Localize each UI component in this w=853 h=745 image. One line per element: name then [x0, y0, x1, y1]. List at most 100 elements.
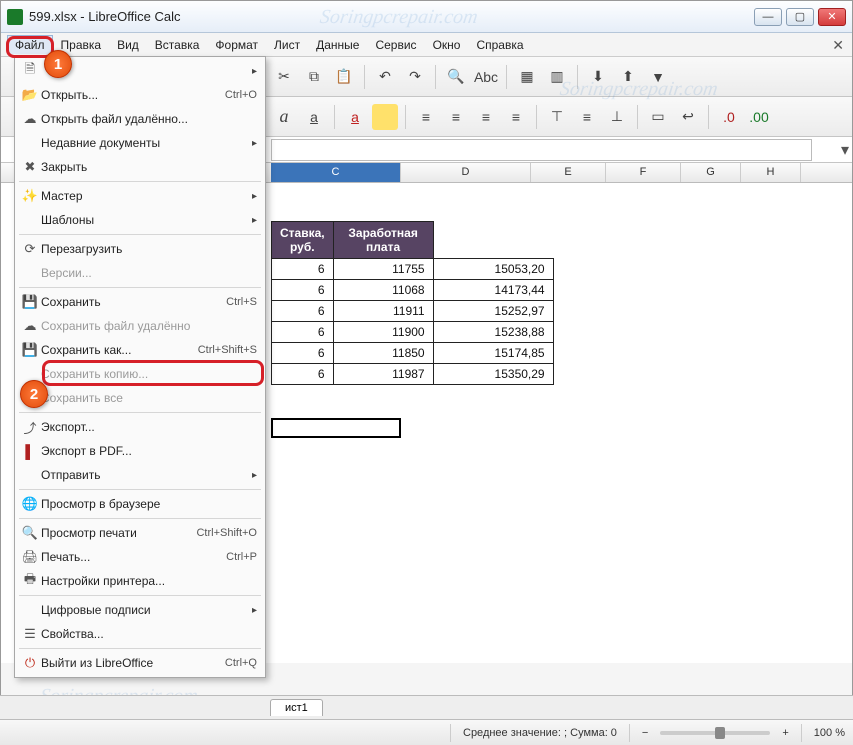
table-row[interactable]: 61185015174,85 [272, 343, 554, 364]
menu-exit[interactable]: ⏻ Выйти из LibreOffice Ctrl+Q [15, 651, 265, 675]
chevron-right-icon: ▸ [252, 66, 257, 77]
highlight-icon[interactable] [372, 104, 398, 130]
menu-file[interactable]: Файл [7, 35, 53, 54]
menu-export-pdf[interactable]: ▌ Экспорт в PDF... [15, 439, 265, 463]
copy-icon[interactable]: ⧉ [301, 64, 327, 90]
menu-save-remote: ☁ Сохранить файл удалённо [15, 314, 265, 338]
separator [708, 105, 709, 129]
col-header-e[interactable]: E [531, 163, 606, 182]
menu-print-preview[interactable]: 🔍 Просмотр печати Ctrl+Shift+O [15, 521, 265, 545]
valign-top-icon[interactable]: ⊤ [544, 104, 570, 130]
zoom-slider[interactable] [660, 731, 770, 735]
search-icon[interactable]: 🔍 [443, 64, 469, 90]
separator [637, 105, 638, 129]
menu-save-as[interactable]: 💾 Сохранить как... Ctrl+Shift+S [15, 338, 265, 362]
wrap-icon[interactable]: ↩ [675, 104, 701, 130]
col-header-d[interactable]: D [401, 163, 531, 182]
col-header-f[interactable]: F [606, 163, 681, 182]
printer-icon: 🖨 [19, 549, 41, 565]
filter-icon[interactable]: ▼ [645, 64, 671, 90]
menu-reload[interactable]: ⟳ Перезагрузить [15, 237, 265, 261]
merge-icon[interactable]: ▭ [645, 104, 671, 130]
file-menu-dropdown: 🗎 ▸ 📂 Открыть... Ctrl+O ☁ Открыть файл у… [14, 56, 266, 678]
decrease-decimal-icon[interactable]: .0 [716, 104, 742, 130]
font-color-icon[interactable]: a [342, 104, 368, 130]
table-row[interactable]: 61198715350,29 [272, 364, 554, 385]
menu-templates[interactable]: Шаблоны ▸ [15, 208, 265, 232]
formula-input[interactable] [271, 139, 812, 161]
menu-signatures[interactable]: Цифровые подписи ▸ [15, 598, 265, 622]
separator [334, 105, 335, 129]
menu-properties[interactable]: ☰ Свойства... [15, 622, 265, 646]
menu-open-remote[interactable]: ☁ Открыть файл удалённо... [15, 107, 265, 131]
align-center-icon[interactable]: ≡ [443, 104, 469, 130]
minimize-button[interactable]: — [754, 8, 782, 26]
menubar: Файл Правка Вид Вставка Формат Лист Данн… [1, 33, 852, 57]
menu-close[interactable]: ✖ Закрыть [15, 155, 265, 179]
titlebar: 599.xlsx - LibreOffice Calc — ▢ ✕ [1, 1, 852, 33]
zoom-level[interactable]: 100 % [814, 727, 845, 739]
menu-insert[interactable]: Вставка [147, 35, 208, 55]
menu-send[interactable]: Отправить ▸ [15, 463, 265, 487]
zoom-out-icon[interactable]: − [642, 727, 648, 739]
align-right-icon[interactable]: ≡ [473, 104, 499, 130]
paste-icon[interactable]: 📋 [331, 64, 357, 90]
underline-icon[interactable]: a [301, 104, 327, 130]
statusbar: Среднее значение: ; Сумма: 0 − + 100 % [0, 719, 853, 745]
valign-mid-icon[interactable]: ≡ [574, 104, 600, 130]
menu-sheet[interactable]: Лист [266, 35, 308, 55]
th-rate: Ставка, руб. [272, 222, 334, 259]
sheet-tab[interactable]: ист1 [270, 699, 323, 716]
valign-bot-icon[interactable]: ⊥ [604, 104, 630, 130]
new-icon: 🗎 [19, 60, 41, 82]
menu-tools[interactable]: Сервис [367, 35, 424, 55]
redo-icon[interactable]: ↷ [402, 64, 428, 90]
menu-data[interactable]: Данные [308, 35, 367, 55]
col-icon[interactable]: ▥ [544, 64, 570, 90]
sort-desc-icon[interactable]: ⬆ [615, 64, 641, 90]
menu-separator [19, 489, 261, 490]
zoom-in-icon[interactable]: + [782, 727, 788, 739]
close-button[interactable]: ✕ [818, 8, 846, 26]
col-header-c[interactable]: C [271, 163, 401, 182]
close-document-icon[interactable]: ✕ [832, 37, 844, 54]
sort-asc-icon[interactable]: ⬇ [585, 64, 611, 90]
italic-icon[interactable]: a [271, 104, 297, 130]
menu-help[interactable]: Справка [468, 35, 531, 55]
save-icon: 💾 [19, 294, 41, 310]
undo-icon[interactable]: ↶ [372, 64, 398, 90]
menu-export[interactable]: ⤴ Экспорт... [15, 415, 265, 439]
menu-view[interactable]: Вид [109, 35, 147, 55]
menu-wizard[interactable]: ✨ Мастер ▸ [15, 184, 265, 208]
increase-decimal-icon[interactable]: .00 [746, 104, 772, 130]
menu-separator [19, 518, 261, 519]
menu-separator [19, 234, 261, 235]
menu-window[interactable]: Окно [425, 35, 469, 55]
row-icon[interactable]: ▦ [514, 64, 540, 90]
cloud-open-icon: ☁ [19, 111, 41, 127]
table-row[interactable]: 61175515053,20 [272, 259, 554, 280]
align-left-icon[interactable]: ≡ [413, 104, 439, 130]
spellcheck-icon[interactable]: Abc [473, 64, 499, 90]
menu-printer-settings[interactable]: 🖶 Настройки принтера... [15, 569, 265, 593]
formula-dropdown-icon[interactable]: ▾ [838, 140, 852, 160]
menu-separator [19, 648, 261, 649]
align-justify-icon[interactable]: ≡ [503, 104, 529, 130]
menu-save[interactable]: 💾 Сохранить Ctrl+S [15, 290, 265, 314]
chevron-right-icon: ▸ [252, 470, 257, 481]
menu-separator [19, 412, 261, 413]
menu-separator [19, 287, 261, 288]
menu-print[interactable]: 🖨 Печать... Ctrl+P [15, 545, 265, 569]
chevron-right-icon: ▸ [252, 215, 257, 226]
menu-open[interactable]: 📂 Открыть... Ctrl+O [15, 83, 265, 107]
table-row[interactable]: 61190015238,88 [272, 322, 554, 343]
menu-recent[interactable]: Недавние документы ▸ [15, 131, 265, 155]
cut-icon[interactable]: ✂ [271, 64, 297, 90]
table-row[interactable]: 61106814173,44 [272, 280, 554, 301]
col-header-g[interactable]: G [681, 163, 741, 182]
maximize-button[interactable]: ▢ [786, 8, 814, 26]
menu-format[interactable]: Формат [207, 35, 266, 55]
table-row[interactable]: 61191115252,97 [272, 301, 554, 322]
menu-preview-browser[interactable]: 🌐 Просмотр в браузере [15, 492, 265, 516]
col-header-h[interactable]: H [741, 163, 801, 182]
